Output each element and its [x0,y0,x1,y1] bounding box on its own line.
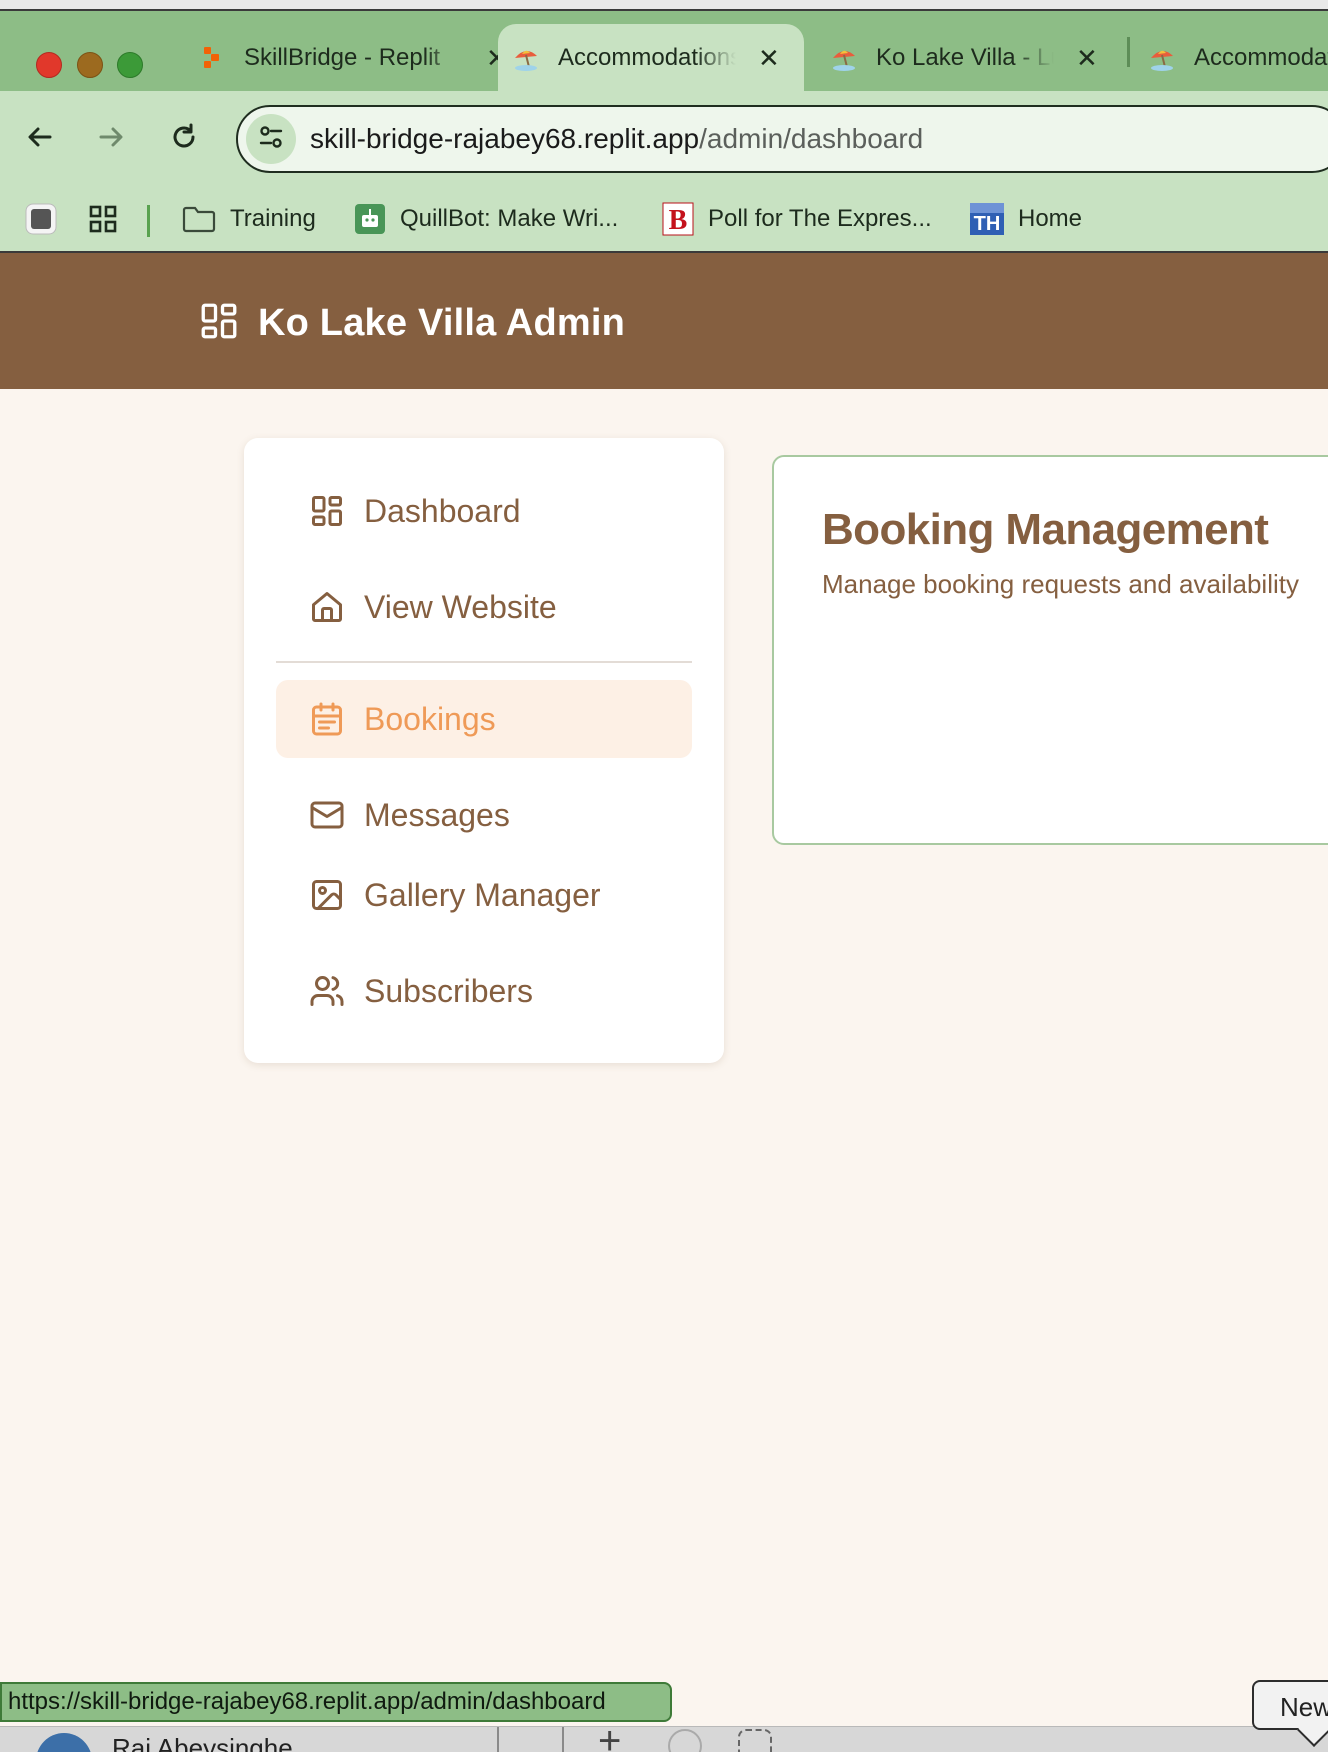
home-icon [308,588,346,626]
bookmark-poll[interactable]: B Poll for The Expres... [662,196,932,242]
page-title: Booking Management [822,505,1269,554]
admin-sidebar: Dashboard View Website Bookings Messages… [244,438,724,1063]
tab-title: Accommodations [558,44,736,72]
sidebar-item-label: Bookings [364,700,496,737]
user-name: Raj Abeysinghe [112,1733,293,1752]
sidebar-item-messages[interactable]: Messages [276,776,692,854]
page-subtitle: Manage booking requests and availability [822,569,1299,599]
sidebar-item-subscribers[interactable]: Subscribers [276,952,692,1030]
bookmark-app[interactable] [24,196,72,242]
reload-button[interactable] [164,119,204,159]
b-logo-icon: B [662,202,694,236]
tab-separator [1127,37,1130,67]
bookmark-separator [147,205,150,237]
beach-umbrella-icon [512,44,540,72]
close-tab-icon[interactable]: ✕ [758,43,780,74]
bookmark-label: Poll for The Expres... [708,205,932,232]
calendar-icon [308,700,346,738]
url-host: skill-bridge-rajabey68.replit.app [310,123,700,154]
tab-title: SkillBridge - Replit [244,44,464,72]
forward-button[interactable] [91,119,131,159]
tab-accommodations-active[interactable]: Accommodations ✕ [498,24,804,92]
replit-icon [198,44,226,72]
sidebar-item-label: Gallery Manager [364,876,601,913]
beach-umbrella-icon [1148,44,1176,72]
bookmark-quillbot[interactable]: QuillBot: Make Wri... [354,196,618,242]
sidebar-item-label: Messages [364,796,510,833]
dashboard-icon [308,492,346,530]
sidebar-item-dashboard[interactable]: Dashboard [276,472,692,550]
bookmark-label: QuillBot: Make Wri... [400,205,619,232]
bookmark-apps-grid[interactable] [88,196,132,242]
tab-title: Accommodations [1194,44,1328,71]
sidebar-item-label: View Website [364,588,557,625]
globe-icon[interactable] [668,1729,702,1752]
brand[interactable]: Ko Lake Villa Admin [198,300,625,347]
close-tab-icon[interactable]: ✕ [1076,43,1098,74]
tab-accommodations-2[interactable]: Accommodations [1148,24,1328,92]
dock-divider [497,1727,499,1752]
bookmarks-bar: Training QuillBot: Make Wri... B Poll fo… [0,187,1328,253]
sidebar-item-label: Dashboard [364,492,521,529]
site-info-button[interactable] [246,114,296,164]
url-path: /admin/dashboard [699,123,924,154]
dashboard-grid-icon [198,300,240,347]
users-icon [308,972,346,1010]
link-status-bar: https://skill-bridge-rajabey68.replit.ap… [0,1682,672,1722]
quillbot-icon [354,203,386,235]
th-logo-icon: TH [970,203,1004,235]
plus-icon[interactable]: + [598,1727,621,1752]
svg-text:TH: TH [974,213,1001,235]
bookmark-home[interactable]: TH Home [970,196,1082,242]
mail-icon [308,796,346,834]
dock-strip: Raj Abeysinghe + [0,1726,1328,1752]
sidebar-item-label: Subscribers [364,972,533,1009]
selection-icon[interactable] [738,1729,772,1752]
image-icon [308,876,346,914]
new-tooltip: New [1252,1680,1328,1730]
bookmark-label: Training [230,205,316,232]
url-text[interactable]: skill-bridge-rajabey68.replit.app/admin/… [310,123,923,155]
svg-text:B: B [669,205,688,236]
app-square-icon [24,202,58,236]
address-bar[interactable]: skill-bridge-rajabey68.replit.app/admin/… [236,105,1328,173]
dock-divider [562,1727,564,1752]
booking-management-card: Booking Management Manage booking reques… [772,455,1328,845]
tab-skillbridge[interactable]: SkillBridge - Replit ✕ [198,24,508,92]
sidebar-item-bookings[interactable]: Bookings [276,680,692,758]
tune-icon [257,123,285,156]
folder-icon [182,204,216,234]
avatar[interactable] [36,1733,92,1752]
tab-title: Ko Lake Villa - Luxury [876,44,1054,72]
bookmark-training[interactable]: Training [182,196,316,242]
sidebar-item-gallery-manager[interactable]: Gallery Manager [276,856,692,934]
beach-umbrella-icon [830,44,858,72]
browser-toolbar: skill-bridge-rajabey68.replit.app/admin/… [0,91,1328,187]
apps-grid-icon [88,204,118,234]
bookmark-label: Home [1018,205,1083,232]
maximize-window-button[interactable] [117,52,143,78]
minimize-window-button[interactable] [77,52,103,78]
reload-icon [169,122,199,157]
sidebar-divider [276,661,692,663]
app-header: Ko Lake Villa Admin [0,253,1328,389]
window-top-edge [0,0,1328,11]
back-arrow-icon [25,122,55,157]
sidebar-item-view-website[interactable]: View Website [276,568,692,646]
app-title: Ko Lake Villa Admin [258,302,626,344]
back-button[interactable] [20,119,60,159]
close-window-button[interactable] [36,52,62,78]
tab-ko-lake-villa[interactable]: Ko Lake Villa - Luxury ✕ [830,24,1098,92]
forward-arrow-icon [96,122,126,157]
